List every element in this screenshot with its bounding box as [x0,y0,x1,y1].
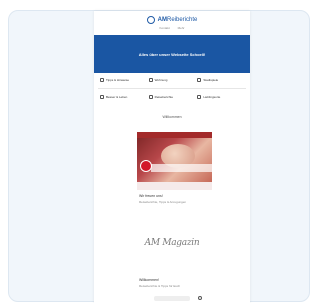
signature-logo: AM Magazin [144,238,200,248]
category-item[interactable]: Besser & Leben [100,94,149,100]
category-label: Wohnung [154,78,168,82]
category-label: Besser & Leben [106,95,128,99]
section-heading: Willkommen [162,115,182,119]
preview-card: AMReiberichte Kontakt Mehr Alles über un… [8,10,310,303]
heart-icon [100,95,104,99]
logo-circle-icon [146,15,155,24]
category-item[interactable]: Lieblingsorte [197,94,246,100]
website-preview: AMReiberichte Kontakt Mehr Alles über un… [94,11,250,303]
category-item[interactable]: Reiseberichte [148,94,198,100]
suitcase-icon [148,95,153,99]
article-subtitle: Reiseberichte & Tipps für Euch [139,284,181,288]
badge-icon [140,160,152,172]
check-icon [100,78,104,82]
featured-image[interactable] [137,132,212,190]
category-item[interactable]: Tipps & Hinweise [100,77,149,83]
category-divider [98,88,246,89]
top-nav: Kontakt Mehr [94,26,250,30]
map-icon [197,78,202,82]
featured-title[interactable]: Wir freuen uns! [139,194,163,198]
category-label: Lieblingsorte [203,95,221,99]
pin-icon [197,95,202,99]
featured-subtitle: Reiseberichte, Tipps & Anregungen [139,200,187,204]
featured-overlay [151,164,212,172]
category-label: Tipps & Hinweise [106,78,130,82]
search-input[interactable] [154,296,190,301]
category-label: Reiseberichte [154,95,173,99]
category-label: Stadtspiele [203,78,219,82]
search-icon[interactable] [198,296,202,300]
nav-link[interactable]: Kontakt [159,26,169,30]
banner-title: Alles über unser Webseite Schoell! [138,51,206,57]
logo-prefix: AM [157,16,167,23]
category-item[interactable]: Stadtspiele [197,77,246,83]
home-icon [148,78,153,82]
logo-name: Reiberichte [166,16,198,23]
nav-link[interactable]: Mehr [178,26,185,30]
article-title[interactable]: Willkommen! [139,278,159,282]
featured-image-footer [137,182,212,190]
hero-banner: Alles über unser Webseite Schoell! [94,35,250,73]
site-logo[interactable]: AMReiberichte [94,15,250,24]
category-item[interactable]: Wohnung [148,77,198,83]
featured-image-header [137,132,212,138]
